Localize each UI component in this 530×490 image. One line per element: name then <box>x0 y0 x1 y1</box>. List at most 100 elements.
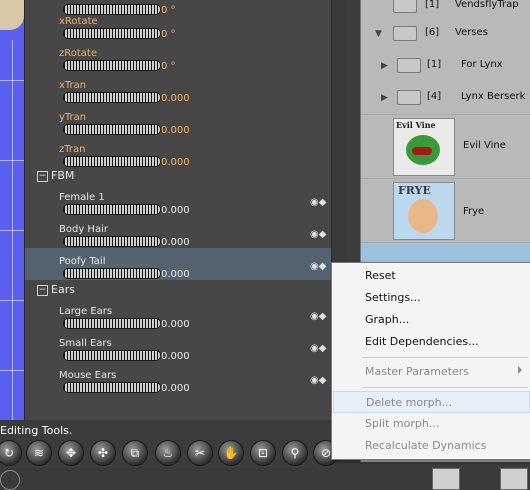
menu-item-master-parameters[interactable]: Master Parameters <box>333 361 530 383</box>
library-item-frye[interactable]: FRYE Frye <box>361 178 530 243</box>
param-row-zrotate[interactable]: zRotate 0 ° <box>25 40 345 72</box>
param-row-body-hair[interactable]: Body Hair 0.000 ◉◆ <box>25 216 345 248</box>
collapse-icon[interactable]: − <box>37 285 48 296</box>
figure-model <box>0 0 24 30</box>
key-icon[interactable]: ◉◆ <box>310 261 326 272</box>
color-tool-icon[interactable]: ✋ <box>218 440 244 466</box>
param-row-mouse-ears[interactable]: Mouse Ears 0.000 ◉◆ <box>25 362 345 394</box>
group-ears[interactable]: − Ears <box>25 282 345 298</box>
bottom-bar <box>0 468 530 490</box>
param-row-female-1[interactable]: Female 1 0.000 ◉◆ <box>25 184 345 216</box>
param-dial[interactable] <box>63 318 161 329</box>
param-row-xrotate[interactable]: xRotate 0 ° <box>25 8 345 40</box>
menu-item-graph[interactable]: Graph... <box>333 309 530 331</box>
folder-count: [1] <box>425 0 440 10</box>
twist-tool-icon[interactable]: ≋ <box>26 440 52 466</box>
folder-count: [6] <box>425 27 440 38</box>
param-value[interactable]: 0.000 <box>161 93 190 104</box>
param-row-poofy-tail[interactable]: Poofy Tail 0.000 ◉◆ <box>25 248 345 280</box>
group-label: FBM <box>51 169 75 182</box>
menu-item-recalculate-dynamics[interactable]: Recalculate Dynamics <box>333 435 530 457</box>
library-folder[interactable]: ▶ [4] Lynx Berserk <box>361 82 530 115</box>
group-fbm[interactable]: − FBM <box>25 168 345 184</box>
view-magnifier-icon[interactable]: ⚲ <box>282 440 308 466</box>
folder-icon <box>393 0 417 13</box>
folder-count: [1] <box>427 59 442 70</box>
grouping-tool-icon[interactable]: ⊡ <box>250 440 276 466</box>
collapse-icon[interactable]: − <box>37 171 48 182</box>
key-icon[interactable]: ◉◆ <box>310 311 326 322</box>
param-dial[interactable] <box>63 28 161 39</box>
param-value[interactable]: 0.000 <box>161 383 190 394</box>
param-value[interactable]: 0.000 <box>161 319 190 330</box>
menu-item-settings[interactable]: Settings... <box>333 287 530 309</box>
param-value[interactable]: 0.000 <box>161 237 190 248</box>
key-icon[interactable]: ◉◆ <box>310 343 326 354</box>
frye-thumbnail: FRYE <box>393 182 455 240</box>
chain-break-tool-icon[interactable]: ✂ <box>187 440 213 466</box>
param-dial[interactable] <box>63 382 161 393</box>
apply-library-icon[interactable] <box>432 468 460 490</box>
menu-separator <box>362 357 528 358</box>
param-row-xtran[interactable]: xTran 0.000 <box>25 72 345 104</box>
param-row-ztran[interactable]: zTran 0.000 <box>25 136 345 168</box>
param-dial[interactable] <box>63 350 161 361</box>
submenu-arrow-icon <box>518 366 522 374</box>
param-row-large-ears[interactable]: Large Ears 0.000 ◉◆ <box>25 298 345 330</box>
camera-control-icon[interactable] <box>0 470 20 490</box>
folder-name: Lynx Berserk <box>461 91 526 102</box>
rotate-tool-icon[interactable]: ↻ <box>0 440 22 466</box>
key-icon[interactable]: ◉◆ <box>310 375 326 386</box>
context-menu: Reset Settings... Graph... Edit Dependen… <box>331 262 530 460</box>
library-folder[interactable]: [1] VendsflyTrap <box>361 0 530 19</box>
folder-name: Verses <box>455 27 488 38</box>
taper-tool-icon[interactable]: ♨ <box>155 440 181 466</box>
scale-tool-icon[interactable]: ⧉ <box>122 440 148 466</box>
param-name: yTran <box>59 112 87 123</box>
param-value[interactable]: 0.000 <box>161 157 190 168</box>
key-icon[interactable]: ◉◆ <box>310 229 326 240</box>
param-value[interactable]: 0.000 <box>161 269 190 280</box>
param-row-small-ears[interactable]: Small Ears 0.000 ◉◆ <box>25 330 345 362</box>
param-value[interactable]: 0.000 <box>161 125 190 136</box>
menu-item-split-morph[interactable]: Split morph... <box>333 413 530 435</box>
param-dial[interactable] <box>63 156 161 167</box>
translate-in-out-tool-icon[interactable]: ✣ <box>90 440 116 466</box>
param-name: zRotate <box>59 48 97 59</box>
library-item-evil-vine[interactable]: Evil Vine Evil Vine <box>361 114 530 179</box>
param-value[interactable]: 0.000 <box>161 205 190 216</box>
folder-name: VendsflyTrap <box>455 0 519 10</box>
param-name: zTran <box>59 144 86 155</box>
add-to-library-icon[interactable] <box>500 468 528 490</box>
menu-separator <box>362 387 528 388</box>
param-dial[interactable] <box>63 60 161 71</box>
parameters-panel: 0 ° xRotate 0 ° zRotate 0 ° xTran 0.000 … <box>24 0 345 420</box>
thumb-title: Evil Vine <box>396 120 436 130</box>
param-dial[interactable] <box>63 92 161 103</box>
expand-right-icon[interactable]: ▶ <box>381 93 388 103</box>
param-value[interactable]: 0 ° <box>161 61 176 72</box>
menu-item-reset[interactable]: Reset <box>333 265 530 287</box>
param-name: Mouse Ears <box>59 370 117 381</box>
translate-tool-icon[interactable]: ✥ <box>58 440 84 466</box>
menu-item-edit-dependencies[interactable]: Edit Dependencies... <box>333 331 530 353</box>
expand-right-icon[interactable]: ▶ <box>381 61 388 71</box>
library-folder[interactable]: ▼ [6] Verses <box>361 18 530 51</box>
library-folder[interactable]: ▶ [1] For Lynx <box>361 50 530 83</box>
3d-viewport[interactable] <box>0 0 24 420</box>
param-dial[interactable] <box>63 124 161 135</box>
menu-item-delete-morph[interactable]: Delete morph... <box>333 391 530 413</box>
status-text: Editing Tools. <box>0 424 73 437</box>
thumb-title: FRYE <box>398 184 431 197</box>
param-value[interactable]: 0.000 <box>161 351 190 362</box>
param-name: Female 1 <box>59 192 105 203</box>
param-name: xTran <box>59 80 87 91</box>
param-dial[interactable] <box>63 268 161 279</box>
param-row-ytran[interactable]: yTran 0.000 <box>25 104 345 136</box>
param-dial[interactable] <box>63 204 161 215</box>
key-icon[interactable]: ◉◆ <box>310 197 326 208</box>
folder-count: [4] <box>427 91 442 102</box>
param-dial[interactable] <box>63 236 161 247</box>
param-value[interactable]: 0 ° <box>161 29 176 40</box>
expand-down-icon[interactable]: ▼ <box>375 29 382 39</box>
